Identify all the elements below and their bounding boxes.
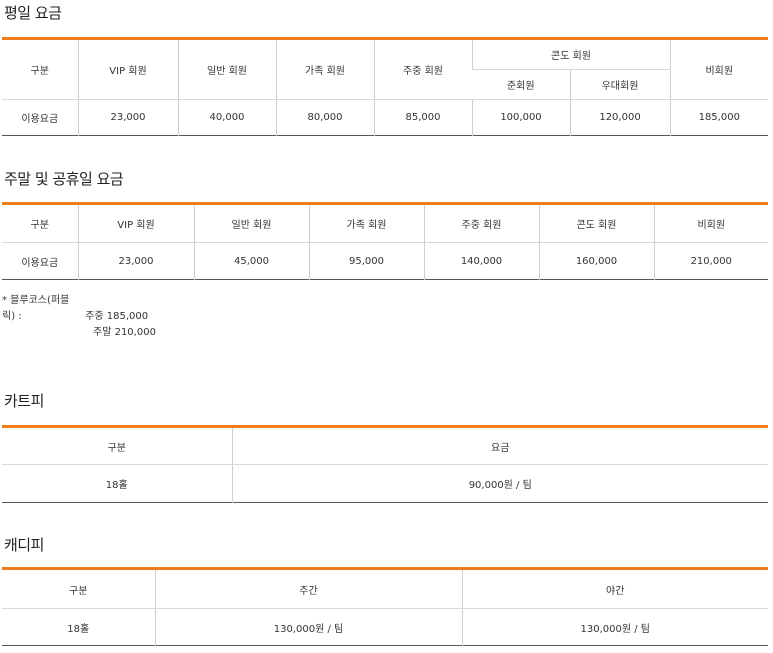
caddie-fee-title: 캐디피 <box>4 536 44 554</box>
weekday-fee-table: 구분 VIP 회원 일반 회원 가족 회원 주중 회원 콘도 회원 비회원 준회… <box>2 37 769 136</box>
header-category: 구분 <box>2 203 78 243</box>
header-non-member: 비회원 <box>669 38 769 100</box>
weekday-title: 평일 요금 <box>4 4 62 22</box>
price-cell: 130,000원 / 팀 <box>154 608 462 646</box>
header-condo: 콘도 회원 <box>538 203 654 243</box>
header-nighttime: 야간 <box>461 568 768 609</box>
header-category: 구분 <box>2 38 78 100</box>
price-cell: 160,000 <box>538 242 654 280</box>
note-label: * 블루코스(퍼블릭) : <box>2 295 70 322</box>
weekend-title: 주말 및 공휴일 요금 <box>4 170 124 188</box>
price-cell: 85,000 <box>373 99 472 136</box>
price-cell: 90,000원 / 팀 <box>231 464 768 503</box>
price-cell: 120,000 <box>569 99 671 136</box>
header-category: 구분 <box>2 568 155 609</box>
header-weekday-member: 주중 회원 <box>423 203 539 243</box>
header-daytime: 주간 <box>154 568 462 609</box>
price-cell: 100,000 <box>471 99 570 136</box>
header-condo: 콘도 회원 <box>471 38 671 70</box>
cart-fee-table: 구분 요금 18홀 90,000원 / 팀 <box>2 425 768 503</box>
blue-course-note: * 블루코스(퍼블릭) : 주중 185,000 주말 210,000 <box>2 293 156 341</box>
table-row: 18홀 90,000원 / 팀 <box>2 464 768 503</box>
price-cell: 130,000원 / 팀 <box>461 608 768 646</box>
table-row: 이용요금 23,000 40,000 80,000 85,000 100,000… <box>2 99 769 136</box>
header-vip: VIP 회원 <box>77 203 194 243</box>
header-family: 가족 회원 <box>308 203 424 243</box>
row-label: 이용요금 <box>21 114 59 125</box>
header-vip: VIP 회원 <box>77 38 178 100</box>
table-row: 18홀 130,000원 / 팀 130,000원 / 팀 <box>2 608 768 646</box>
header-general: 일반 회원 <box>177 38 276 100</box>
price-cell: 23,000 <box>77 99 178 136</box>
row-label: 18홀 <box>67 623 90 635</box>
header-fee: 요금 <box>231 426 768 465</box>
price-cell: 23,000 <box>77 242 194 280</box>
price-cell: 80,000 <box>275 99 374 136</box>
header-weekday-member: 주중 회원 <box>373 38 472 100</box>
header-non-member: 비회원 <box>653 203 768 243</box>
caddie-fee-table: 구분 주간 야간 18홀 130,000원 / 팀 130,000원 / 팀 <box>2 567 768 646</box>
note-weekday-price: 주중 185,000 <box>85 311 149 322</box>
price-cell: 210,000 <box>653 242 768 280</box>
header-condo-preferred: 우대회원 <box>569 69 671 100</box>
header-family: 가족 회원 <box>275 38 374 100</box>
row-label: 이용요금 <box>21 257 59 269</box>
price-cell: 45,000 <box>193 242 309 280</box>
weekend-fee-table: 구분 VIP 회원 일반 회원 가족 회원 주중 회원 콘도 회원 비회원 이용… <box>2 202 768 280</box>
price-cell: 185,000 <box>669 99 769 136</box>
table-row: 이용요금 23,000 45,000 95,000 140,000 160,00… <box>2 242 768 280</box>
cart-fee-title: 카트피 <box>4 392 44 410</box>
price-cell: 95,000 <box>308 242 424 280</box>
header-condo-associate: 준회원 <box>472 69 570 100</box>
price-cell: 40,000 <box>177 99 276 136</box>
row-label: 18홀 <box>105 480 128 491</box>
header-category: 구분 <box>2 426 232 465</box>
header-general: 일반 회원 <box>193 203 309 243</box>
note-weekend-price: 주말 210,000 <box>93 327 156 338</box>
price-cell: 140,000 <box>423 242 539 280</box>
